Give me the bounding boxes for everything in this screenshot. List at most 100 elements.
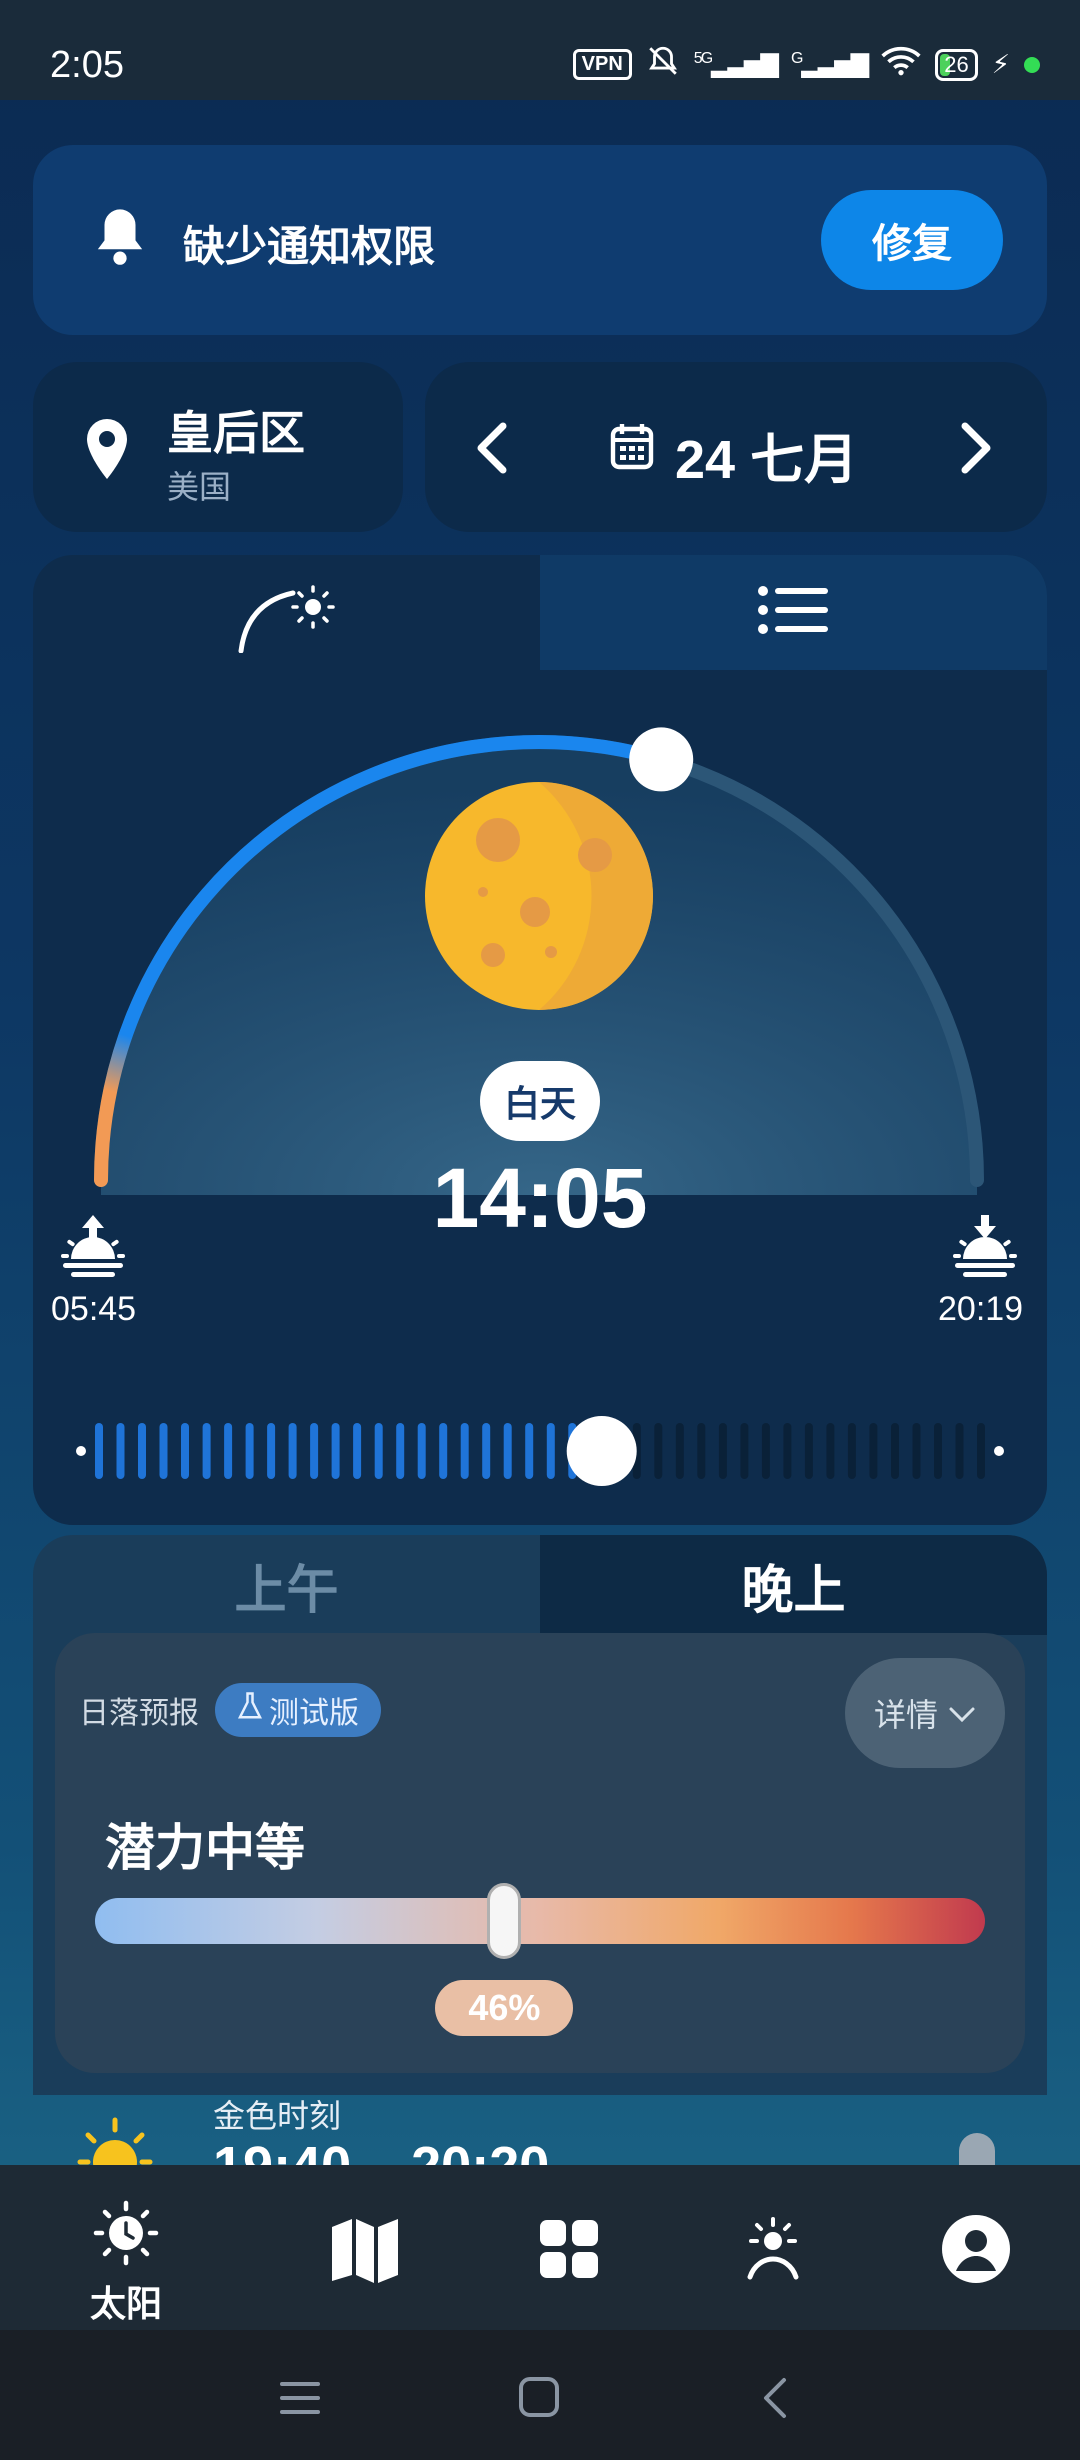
time-slider-tick (826, 1423, 835, 1479)
vpn-icon: VPN (572, 49, 632, 80)
system-nav-bar (0, 2330, 1080, 2460)
location-city: 皇后区 (167, 407, 305, 459)
back-icon[interactable] (760, 2376, 788, 2425)
bell-icon (93, 205, 147, 267)
status-time: 2:05 (50, 44, 124, 86)
sun-icon (70, 2110, 160, 2165)
fix-button[interactable]: 修复 (821, 190, 1003, 290)
nav-sun-label: 太阳 (90, 2283, 163, 2324)
forecast-marker (487, 1883, 522, 1959)
battery-icon: 26 (935, 48, 978, 81)
golden-hour-row[interactable]: 金色时刻 19:40 – 20:20 (0, 2095, 1080, 2165)
time-slider-tick (396, 1423, 405, 1479)
time-slider-tick (159, 1423, 168, 1479)
time-slider-tick (804, 1423, 813, 1479)
chevron-right-icon[interactable] (955, 422, 995, 479)
time-slider-tick (224, 1423, 233, 1479)
bottom-nav: 太阳 (0, 2165, 1080, 2330)
forecast-gradient-bar (95, 1898, 985, 1944)
beta-badge: 测试版 (215, 1683, 381, 1737)
time-slider-tick (310, 1423, 319, 1479)
mute-icon (646, 44, 680, 85)
menu-icon[interactable] (280, 2380, 320, 2421)
sunset-person-icon[interactable] (738, 2217, 808, 2283)
chevron-left-icon[interactable] (473, 422, 513, 479)
notification-permission-card: 缺少通知权限 修复 (33, 145, 1047, 335)
time-slider[interactable] (33, 1405, 1047, 1495)
chevron-down-icon (948, 1695, 976, 1732)
sunset-time: 20:19 (938, 1290, 1024, 1328)
grid-icon[interactable] (540, 2220, 598, 2278)
status-icons: VPN 5G▂▃▅▇ G▂▃▅▇ 26 ⚡ (572, 44, 1040, 85)
time-slider-tick (977, 1423, 985, 1479)
tab-am[interactable]: 上午 (33, 1535, 540, 1635)
time-slider-tick (891, 1423, 899, 1479)
time-slider-tick (116, 1423, 125, 1479)
location-country: 美国 (167, 469, 232, 505)
profile-icon[interactable] (942, 2215, 1010, 2283)
location-pin-icon (83, 417, 131, 486)
time-slider-start-dot (76, 1446, 86, 1456)
alarm-bell-icon[interactable] (945, 2125, 1009, 2165)
time-slider-tick (439, 1423, 448, 1479)
date-text[interactable]: 24 七月 (675, 415, 858, 494)
nav-item-sun[interactable]: 太阳 (90, 2200, 162, 2327)
notice-text: 缺少通知权限 (183, 223, 436, 270)
time-slider-tick (546, 1423, 555, 1479)
forecast-potential: 潜力中等 (105, 1820, 305, 1876)
time-slider-tick (912, 1423, 921, 1479)
date-picker: 24 七月 (425, 362, 1047, 532)
sunrise-time: 05:45 (51, 1290, 137, 1328)
home-icon[interactable] (518, 2376, 560, 2423)
sunrise-icon (61, 1215, 125, 1282)
time-slider-tick (460, 1423, 469, 1479)
time-slider-tick (331, 1423, 340, 1479)
golden-hour-times: 19:40 – 20:20 (213, 2135, 549, 2165)
time-slider-tick (482, 1423, 491, 1479)
time-slider-tick (718, 1423, 727, 1479)
time-slider-tick (374, 1423, 383, 1479)
details-button[interactable]: 详情 (845, 1658, 1005, 1768)
moon-icon (423, 780, 655, 1012)
time-slider-tick (202, 1423, 211, 1479)
sun-arc (94, 727, 984, 1195)
time-slider-handle[interactable] (566, 1416, 637, 1486)
time-slider-tick (934, 1423, 942, 1479)
time-slider-tick (955, 1423, 964, 1479)
privacy-dot (1024, 56, 1040, 73)
time-slider-tick (761, 1423, 770, 1479)
time-slider-tick (654, 1423, 663, 1479)
period-badge: 白天 (480, 1061, 600, 1141)
sunset-icon (953, 1215, 1017, 1282)
status-bar: 2:05 VPN 5G▂▃▅▇ G▂▃▅▇ 26 ⚡ (0, 0, 1080, 100)
time-slider-tick (783, 1423, 792, 1479)
time-slider-tick (267, 1423, 276, 1479)
sun-clock-icon (91, 2200, 161, 2271)
signal-g-icon: G▂▃▅▇ (790, 50, 869, 78)
time-slider-tick (525, 1423, 534, 1479)
time-slider-tick (417, 1423, 426, 1479)
time-slider-tick (675, 1423, 684, 1479)
time-slider-tick (138, 1423, 146, 1479)
time-slider-ticks (95, 1423, 985, 1479)
location-card[interactable]: 皇后区 美国 (33, 362, 403, 532)
charging-icon: ⚡ (991, 49, 1010, 79)
time-slider-end-dot (994, 1446, 1004, 1456)
time-slider-tick (740, 1423, 749, 1479)
time-slider-tick (245, 1423, 254, 1479)
time-slider-tick (181, 1423, 189, 1479)
golden-hour-label: 金色时刻 (213, 2098, 342, 2134)
wifi-icon (881, 45, 921, 84)
sunset-forecast-card: 日落预报 测试版 详情 潜力中等 46% (55, 1633, 1025, 2073)
signal-5g-icon: 5G▂▃▅▇ (693, 50, 779, 78)
time-slider-tick (697, 1423, 706, 1479)
time-slider-tick (869, 1423, 878, 1479)
current-time: 14:05 (432, 1151, 648, 1245)
details-label: 详情 (873, 1697, 938, 1733)
tab-pm[interactable]: 晚上 (540, 1535, 1047, 1635)
flask-icon (237, 1691, 263, 1729)
map-icon[interactable] (330, 2217, 400, 2283)
time-slider-tick (847, 1423, 856, 1479)
time-slider-tick (353, 1423, 362, 1479)
beta-label: 测试版 (269, 1697, 359, 1730)
